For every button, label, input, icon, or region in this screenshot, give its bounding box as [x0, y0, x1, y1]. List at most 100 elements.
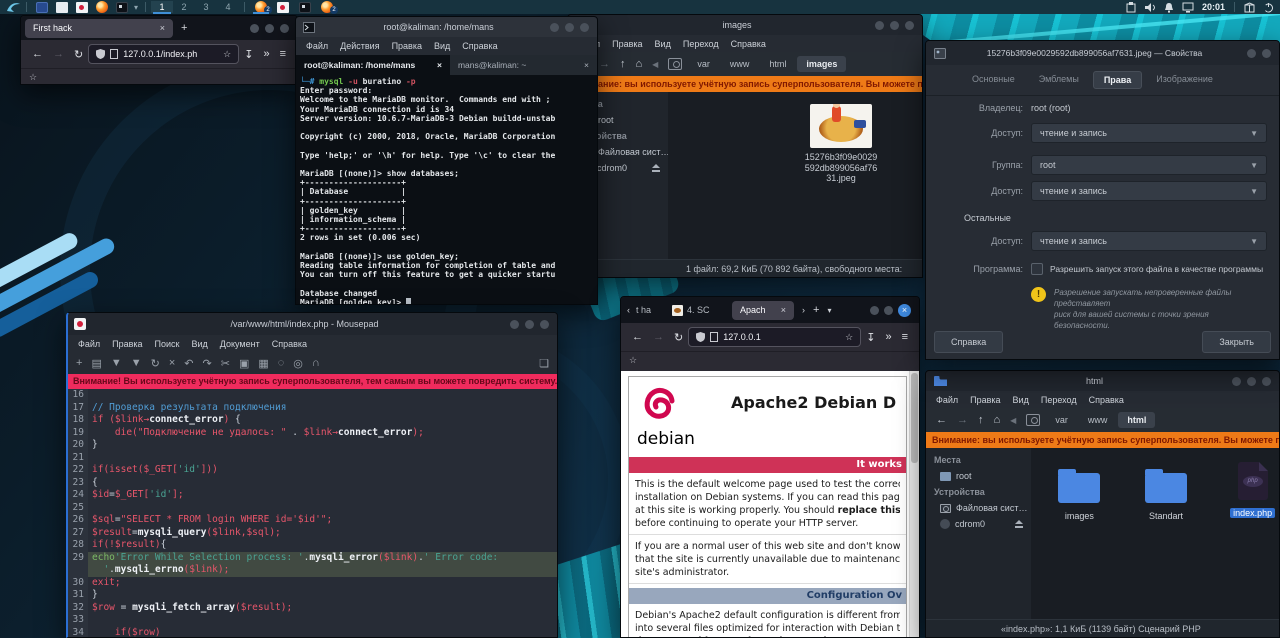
reload-button[interactable]: ↻: [674, 331, 683, 344]
menu-hamburger-icon[interactable]: ≡: [280, 48, 286, 60]
window-controls[interactable]: [875, 21, 922, 30]
breadcrumb-html[interactable]: html: [760, 56, 795, 72]
terminal-tab-root[interactable]: root@kaliman: /home/mans ×: [296, 55, 450, 75]
menu-view[interactable]: Вид: [1013, 395, 1029, 405]
paste-icon[interactable]: ▦: [258, 357, 268, 370]
breadcrumb-html[interactable]: html: [1118, 412, 1155, 428]
tab-basic[interactable]: Основные: [962, 71, 1025, 89]
open-file-icon[interactable]: ▤: [91, 357, 101, 370]
menu-help[interactable]: Справка: [462, 41, 497, 51]
folder-item-images[interactable]: images: [1053, 473, 1106, 521]
url-bar[interactable]: 127.0.0.1 ☆: [688, 327, 861, 347]
file-list[interactable]: 15276b3f09e0029 592db899056af76 31.jpeg: [668, 92, 922, 259]
launcher-firefox-icon[interactable]: [96, 1, 108, 13]
search-replace-icon[interactable]: ◎: [293, 357, 303, 370]
menu-actions[interactable]: Действия: [340, 41, 379, 51]
taskbar-mousepad-window[interactable]: [272, 2, 294, 13]
breadcrumb-www[interactable]: www: [1079, 412, 1117, 428]
close-button[interactable]: Закрыть: [1202, 331, 1271, 353]
file-list[interactable]: images Standart php index.php: [1031, 448, 1279, 619]
window-controls[interactable]: [250, 24, 297, 33]
launcher-terminal-icon[interactable]: [36, 2, 48, 13]
back-button[interactable]: ←: [632, 331, 643, 343]
tab-close-icon[interactable]: ×: [781, 305, 786, 315]
tab-image[interactable]: Изображение: [1146, 71, 1223, 89]
menu-view[interactable]: Вид: [655, 39, 671, 49]
menu-help[interactable]: Справка: [731, 39, 766, 49]
sidebar-item-filesystem[interactable]: Файловая сист…: [926, 500, 1031, 516]
tab-first-hack[interactable]: First hack ×: [25, 19, 173, 38]
owner-access-dropdown[interactable]: чтение и запись▼: [1031, 123, 1267, 143]
cut-icon[interactable]: ✂: [221, 357, 230, 370]
forward-button[interactable]: →: [653, 331, 664, 343]
terminal-titlebar[interactable]: root@kaliman: /home/mans: [296, 17, 597, 37]
overflow-chevrons-icon[interactable]: »: [885, 331, 891, 343]
clock[interactable]: 20:01: [1202, 2, 1225, 12]
crumb-scroll-left-icon[interactable]: ◀: [648, 60, 662, 69]
reload-button[interactable]: ↻: [74, 48, 83, 61]
bookmark-star-icon[interactable]: ☆: [845, 332, 853, 343]
home-button[interactable]: ⌂: [632, 58, 647, 70]
tab-sc[interactable]: 4. SC: [672, 305, 724, 316]
executable-checkbox-label[interactable]: Разрешить запуск этого файла в качестве …: [1050, 264, 1263, 274]
url-bar[interactable]: 127.0.0.1/index.ph ☆: [88, 44, 239, 64]
notifications-bell-icon[interactable]: [1164, 2, 1174, 13]
tab-scroll-left-icon[interactable]: ‹: [627, 305, 630, 315]
tab-close-icon[interactable]: ×: [584, 60, 589, 70]
menu-file[interactable]: Файл: [936, 395, 958, 405]
eject-icon[interactable]: [652, 164, 660, 168]
workspace-2[interactable]: 2: [173, 1, 195, 13]
filesystem-icon[interactable]: [668, 58, 682, 70]
crumb-scroll-left-icon[interactable]: ◀: [1006, 416, 1020, 425]
titlebar[interactable]: images: [568, 15, 922, 35]
sidebar-item-cdrom[interactable]: cdrom0: [926, 516, 1031, 532]
menu-help[interactable]: Справка: [272, 339, 307, 349]
group-dropdown[interactable]: root▼: [1031, 155, 1267, 175]
package-icon[interactable]: [1244, 2, 1255, 13]
search-icon[interactable]: ◌: [278, 357, 285, 369]
breadcrumb-var[interactable]: var: [1046, 412, 1077, 428]
launcher-mousepad-icon[interactable]: [76, 2, 88, 13]
close-window-icon[interactable]: ×: [898, 304, 911, 317]
copy-icon[interactable]: ▣: [239, 357, 249, 370]
menu-go[interactable]: Переход: [1041, 395, 1077, 405]
menu-edit[interactable]: Правка: [392, 41, 422, 51]
back-button[interactable]: ←: [32, 48, 43, 60]
taskbar-firefox-window[interactable]: 2: [250, 1, 272, 13]
tab-list-chevron-icon[interactable]: ▾: [827, 306, 831, 315]
window-controls[interactable]: [1247, 49, 1279, 58]
file-item-index-php[interactable]: php index.php: [1226, 462, 1279, 521]
breadcrumb-images[interactable]: images: [797, 56, 846, 72]
titlebar[interactable]: html: [926, 371, 1279, 391]
display-icon[interactable]: [1182, 2, 1194, 13]
menu-document[interactable]: Документ: [220, 339, 260, 349]
titlebar[interactable]: /var/www/html/index.php - Mousepad: [68, 313, 557, 335]
group-access-dropdown[interactable]: чтение и запись▼: [1031, 181, 1267, 201]
menu-file[interactable]: Файл: [306, 41, 328, 51]
workspace-1[interactable]: 1: [151, 1, 173, 13]
volume-icon[interactable]: [1144, 2, 1156, 13]
forward-button[interactable]: →: [53, 48, 64, 60]
sidebar-item-root[interactable]: root: [926, 468, 1031, 484]
window-controls[interactable]: [510, 320, 557, 329]
import-bookmarks-icon[interactable]: ☆: [29, 72, 37, 83]
workspace-3[interactable]: 3: [195, 1, 217, 13]
tab-scroll-right-icon[interactable]: ›: [802, 305, 805, 315]
tab-partial[interactable]: t ha: [636, 305, 666, 315]
kali-logo-icon[interactable]: [6, 1, 21, 13]
window-controls[interactable]: [1232, 377, 1279, 386]
close-file-icon[interactable]: ×: [169, 357, 175, 369]
menu-file[interactable]: Файл: [78, 339, 100, 349]
home-button[interactable]: ⌂: [990, 414, 1005, 426]
import-bookmarks-icon[interactable]: ☆: [629, 355, 637, 366]
menu-edit[interactable]: Правка: [970, 395, 1000, 405]
tab-emblems[interactable]: Эмблемы: [1029, 71, 1089, 89]
menu-search[interactable]: Поиск: [155, 339, 180, 349]
downloads-icon[interactable]: ↧: [244, 48, 253, 61]
others-access-dropdown[interactable]: чтение и запись▼: [1031, 231, 1267, 251]
window-controls[interactable]: [550, 23, 597, 32]
fullscreen-icon[interactable]: ❏: [539, 357, 549, 370]
scrollbar[interactable]: [909, 371, 919, 637]
goto-icon[interactable]: ∩: [312, 357, 320, 369]
eject-icon[interactable]: [1015, 520, 1023, 524]
